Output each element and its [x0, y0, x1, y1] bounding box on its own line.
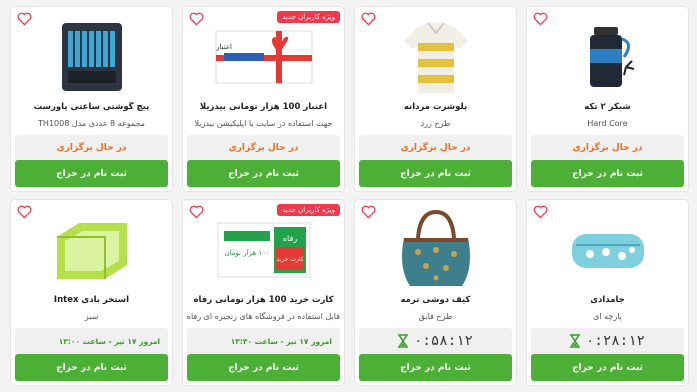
product-name: شیکر ۲ تکه: [584, 102, 631, 112]
product-subtitle: طرح زرد: [420, 119, 451, 128]
auction-card[interactable]: پلوشرت مردانه طرح زرد در حال برگزاری ثبت…: [354, 6, 517, 192]
product-name: پلوشرت مردانه: [403, 102, 468, 112]
product-image[interactable]: رفاه کارت خرید ۱۰۰ هزار تومان: [214, 208, 314, 292]
register-auction-button[interactable]: ثبت نام در حراج: [531, 160, 684, 187]
product-image[interactable]: [391, 15, 481, 99]
hourglass-icon: [397, 334, 408, 348]
auction-start-time: امروز ۱۷ تیر - ساعت ۱۳:۰۰: [15, 328, 168, 354]
product-image[interactable]: اعتبار: [212, 15, 316, 99]
product-name: استخر بادی Intex: [53, 295, 130, 305]
heart-icon[interactable]: [533, 12, 548, 26]
auction-card[interactable]: استخر بادی Intex سبز امروز ۱۷ تیر - ساعت…: [10, 199, 173, 386]
gift-card-icon: رفاه کارت خرید ۱۰۰ هزار تومان: [217, 222, 310, 278]
product-name: پیچ گوشتی ساعتی پاورست: [33, 102, 150, 112]
auction-card[interactable]: جامدادی پارچه ای ۰:۲۸:۱۲ ثبت نام در حراج: [526, 199, 689, 386]
register-auction-button[interactable]: ثبت نام در حراج: [359, 160, 512, 187]
product-name: اعتبار 100 هزار تومانی بیدزیلا: [199, 102, 328, 112]
product-subtitle: قابل استفاده در فروشگاه های زنجیره ای رف…: [187, 312, 340, 321]
countdown-digits: ۰:۲۸:۱۲: [585, 333, 645, 349]
heart-icon[interactable]: [189, 12, 204, 26]
heart-icon[interactable]: [361, 12, 376, 26]
countdown-timer: ۰:۲۸:۱۲: [531, 328, 684, 354]
product-name: کارت خرید 100 هزار تومانی رفاه: [193, 295, 334, 305]
product-subtitle: جهت استفاده در سایت یا اپلیکیشن بیدزیلا: [194, 119, 333, 128]
screwdriver-set-icon: [61, 23, 122, 91]
status-badge: در حال برگزاری: [531, 135, 684, 161]
heart-icon[interactable]: [17, 12, 32, 26]
register-auction-button[interactable]: ثبت نام در حراج: [359, 354, 512, 381]
status-badge: در حال برگزاری: [359, 135, 512, 161]
register-auction-button[interactable]: ثبت نام در حراج: [187, 354, 340, 381]
status-badge: در حال برگزاری: [187, 135, 340, 161]
product-subtitle: پارچه ای: [593, 312, 622, 321]
heart-icon[interactable]: [189, 205, 204, 219]
countdown-digits: ۰:۵۸:۱۲: [413, 333, 473, 349]
shaker-bottle-icon: [589, 27, 634, 87]
svg-text:۱۰۰ هزار تومان: ۱۰۰ هزار تومان: [224, 249, 269, 257]
auction-card[interactable]: پیچ گوشتی ساعتی پاورست مجموعه 8 عددی مدل…: [10, 6, 173, 192]
product-subtitle: سبز: [84, 312, 99, 321]
product-image[interactable]: [47, 15, 137, 99]
product-image[interactable]: [391, 208, 481, 292]
pencil-case-icon: [571, 234, 644, 268]
product-image[interactable]: [563, 208, 653, 292]
handbag-icon: [401, 209, 470, 286]
product-name: کیف دوشی ترمه: [400, 295, 471, 305]
product-subtitle: Hard Core: [587, 119, 628, 128]
register-auction-button[interactable]: ثبت نام در حراج: [15, 354, 168, 381]
polo-shirt-icon: [403, 22, 468, 93]
product-image[interactable]: [563, 15, 653, 99]
auction-card[interactable]: شیکر ۲ تکه Hard Core در حال برگزاری ثبت …: [526, 6, 689, 192]
product-subtitle: مجموعه 8 عددی مدل TH1008: [38, 119, 145, 128]
gift-voucher-icon: اعتبار: [215, 30, 312, 84]
svg-text:رفاه: رفاه: [282, 234, 296, 243]
auction-card[interactable]: کیف دوشی ترمه طرح قایق ۰:۵۸:۱۲ ثبت نام د…: [354, 199, 517, 386]
svg-text:کارت خرید: کارت خرید: [276, 256, 303, 263]
heart-icon[interactable]: [533, 205, 548, 219]
register-auction-button[interactable]: ثبت نام در حراج: [15, 160, 168, 187]
auction-start-time: امروز ۱۷ تیر - ساعت ۱۳:۳۰: [187, 328, 340, 354]
product-subtitle: طرح قایق: [418, 312, 453, 321]
heart-icon[interactable]: [361, 205, 376, 219]
product-name: جامدادی: [590, 295, 625, 305]
heart-icon[interactable]: [17, 205, 32, 219]
auction-card[interactable]: ویژه کاربران جدید اعتبار اعتبار 100 هزار…: [182, 6, 345, 192]
svg-text:اعتبار: اعتبار: [215, 43, 232, 51]
register-auction-button[interactable]: ثبت نام در حراج: [531, 354, 684, 381]
status-badge: در حال برگزاری: [15, 135, 168, 161]
countdown-timer: ۰:۵۸:۱۲: [359, 328, 512, 354]
inflatable-pool-icon: [56, 223, 127, 279]
auction-card[interactable]: ویژه کاربران جدید رفاه کارت خرید ۱۰۰ هزا…: [182, 199, 345, 386]
hourglass-icon: [569, 334, 580, 348]
product-image[interactable]: [47, 208, 137, 292]
register-auction-button[interactable]: ثبت نام در حراج: [187, 160, 340, 187]
